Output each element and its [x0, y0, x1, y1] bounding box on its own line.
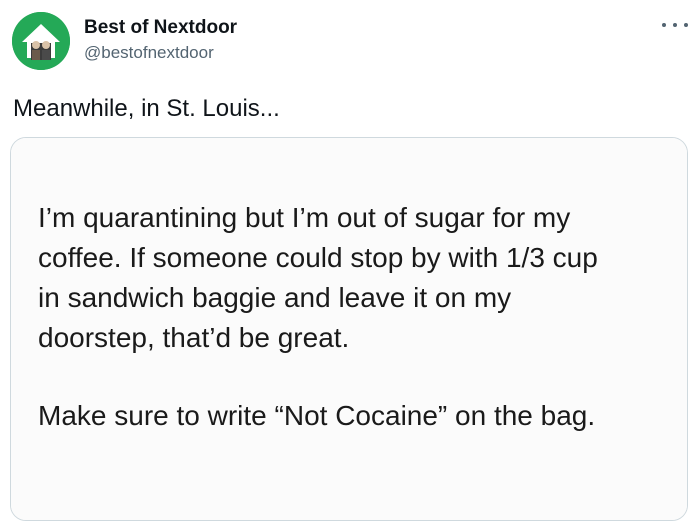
tweet: Best of Nextdoor @bestofnextdoor Meanwhi…	[0, 0, 700, 532]
tweet-text: Meanwhile, in St. Louis...	[13, 95, 280, 122]
screenshot-image: I’m quarantining but I’m out of sugar fo…	[11, 138, 687, 520]
post-paragraph-1: I’m quarantining but I’m out of sugar fo…	[38, 202, 598, 353]
more-options-icon[interactable]	[662, 18, 688, 32]
dot	[684, 23, 688, 27]
post-paragraph-2: Make sure to write “Not Cocaine” on the …	[38, 400, 596, 431]
author-names: Best of Nextdoor @bestofnextdoor	[84, 16, 237, 64]
display-name[interactable]: Best of Nextdoor	[84, 16, 237, 40]
dot	[662, 23, 666, 27]
dot	[673, 23, 677, 27]
media-card[interactable]: I’m quarantining but I’m out of sugar fo…	[10, 137, 688, 521]
screenshot-post-body: I’m quarantining but I’m out of sugar fo…	[38, 198, 668, 436]
house-avatar-icon[interactable]	[12, 12, 70, 70]
handle[interactable]: @bestofnextdoor	[84, 42, 237, 64]
tweet-header: Best of Nextdoor @bestofnextdoor	[10, 10, 690, 72]
